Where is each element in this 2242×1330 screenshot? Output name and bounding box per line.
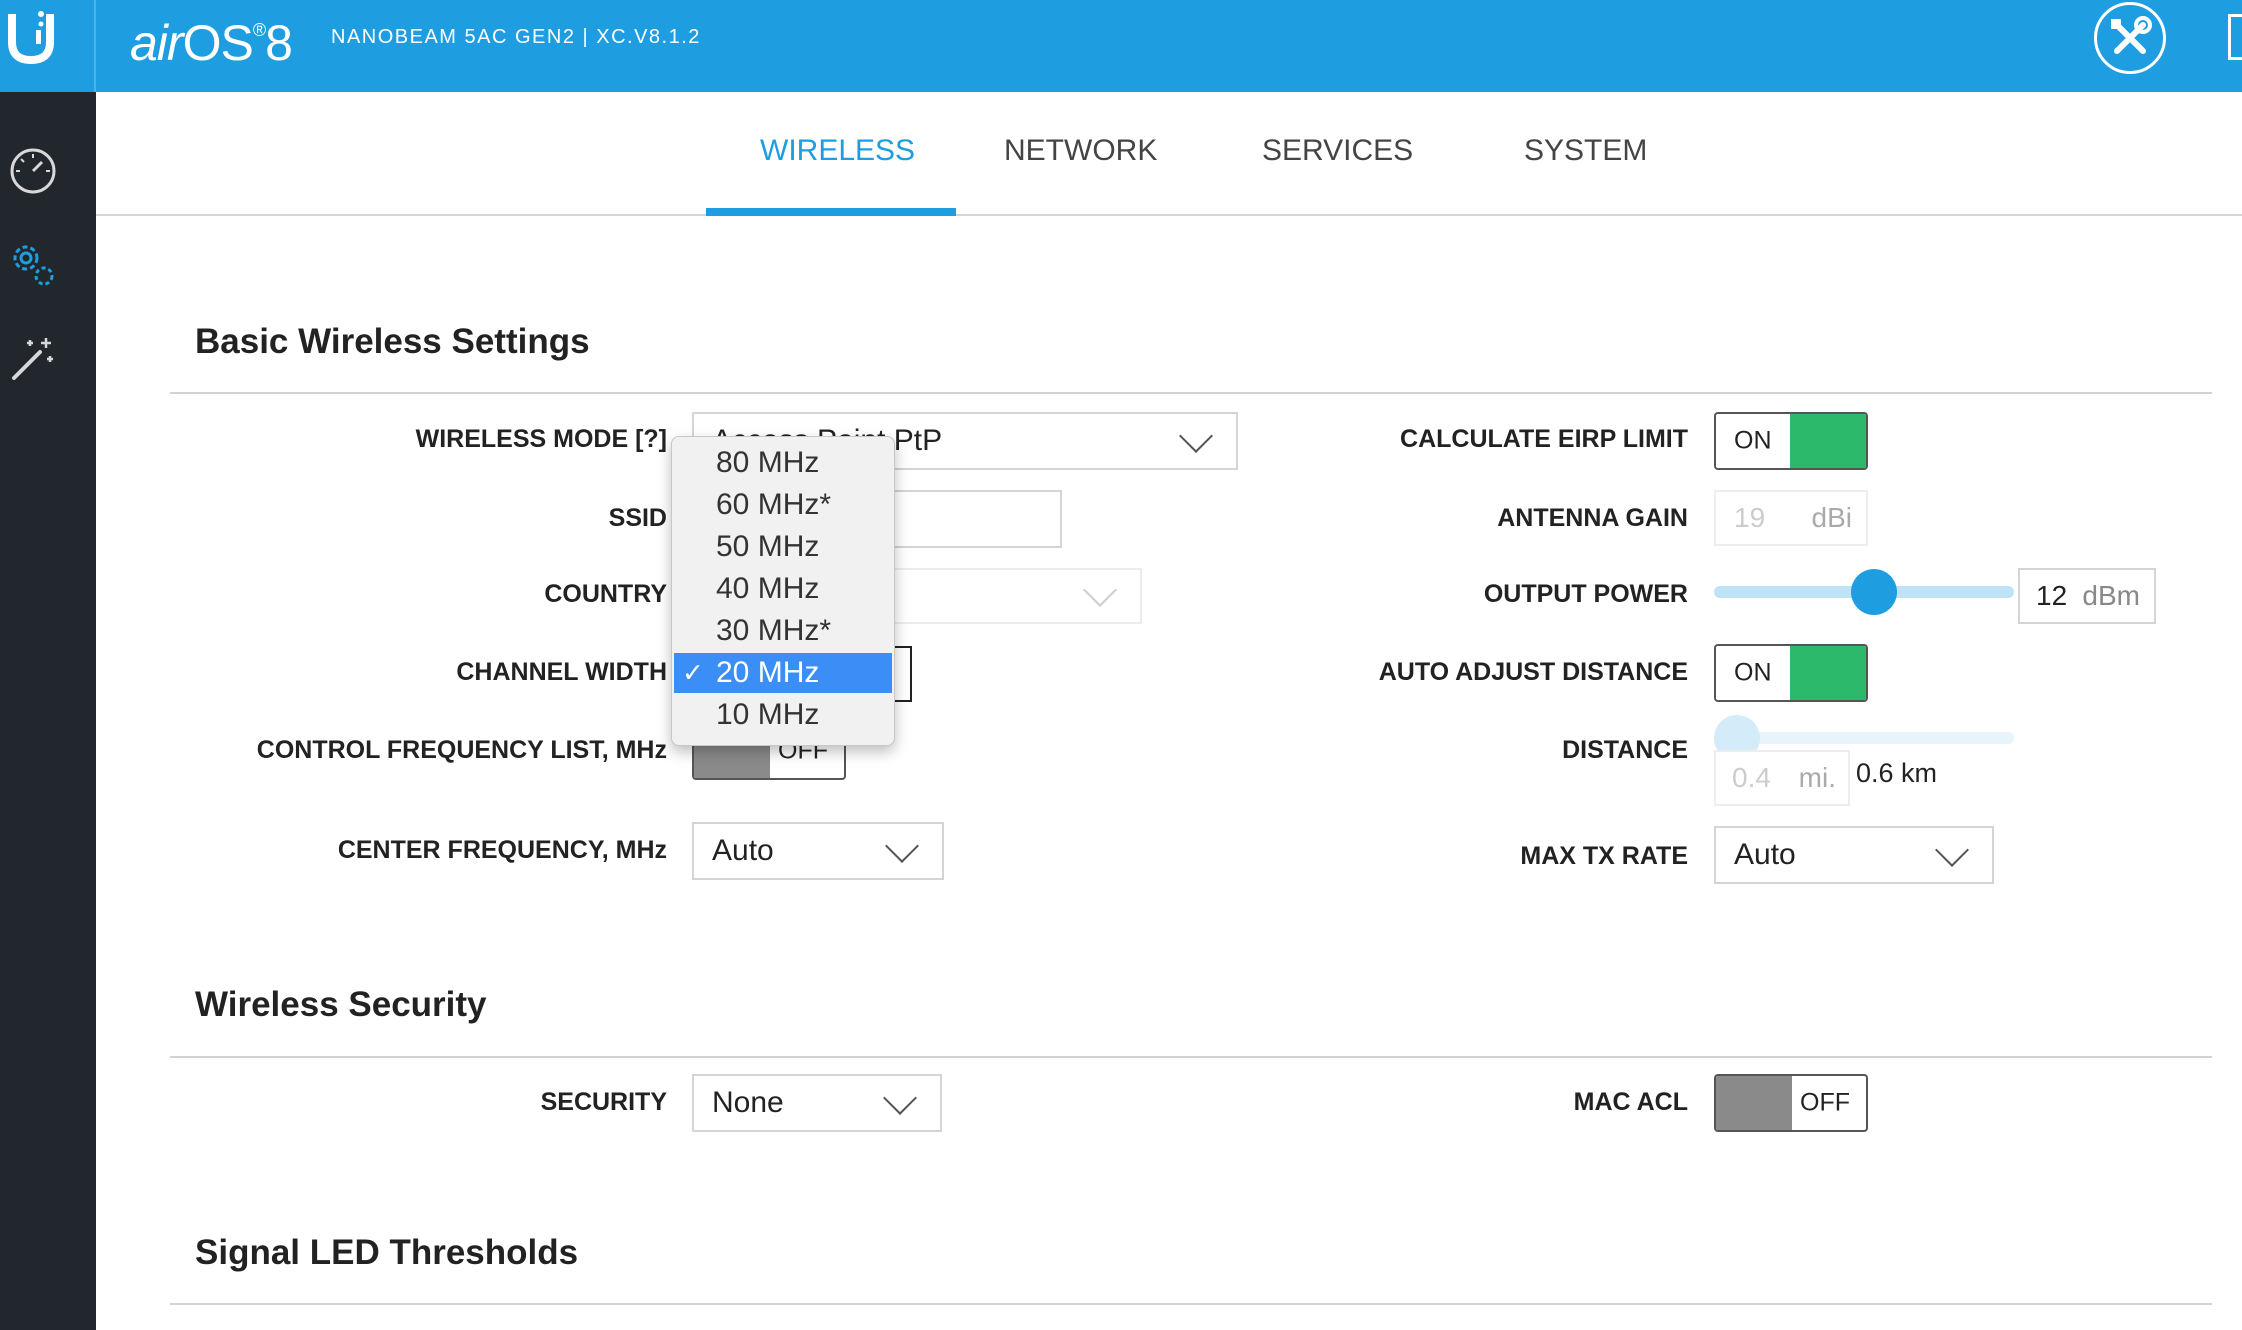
country-label: COUNTRY bbox=[544, 580, 667, 608]
logout-icon[interactable] bbox=[2228, 14, 2242, 60]
distance-unit: mi. bbox=[1798, 762, 1836, 793]
distance-value: 0.4 bbox=[1732, 762, 1771, 793]
eirp-limit-label: CALCULATE EIRP LIMIT bbox=[1400, 425, 1688, 453]
top-bar: airOS®8 NANOBEAM 5AC GEN2 | XC.V8.1.2 bbox=[0, 0, 2242, 92]
option-label: 60 MHz* bbox=[716, 488, 832, 521]
chevron-down-icon bbox=[1179, 419, 1213, 453]
eirp-limit-toggle[interactable]: ON bbox=[1714, 412, 1868, 470]
option-label: 80 MHz bbox=[716, 446, 820, 479]
tab-network[interactable]: NETWORK bbox=[1004, 134, 1157, 168]
option-label: 10 MHz bbox=[716, 698, 820, 731]
dropdown-option[interactable]: 60 MHz* bbox=[674, 485, 892, 525]
channel-width-dropdown: 80 MHz 60 MHz* 50 MHz 40 MHz 30 MHz* ✓ 20… bbox=[671, 436, 895, 746]
output-power-value: 12 bbox=[2036, 580, 2068, 611]
antenna-gain-value: 19 bbox=[1734, 502, 1766, 533]
distance-input[interactable]: 0.4 mi. bbox=[1714, 750, 1850, 806]
channel-width-label: CHANNEL WIDTH bbox=[456, 658, 667, 686]
toggle-knob bbox=[1790, 646, 1866, 700]
output-power-label: OUTPUT POWER bbox=[1483, 580, 1688, 608]
max-tx-rate-select[interactable]: Auto bbox=[1714, 826, 1994, 884]
auto-adjust-distance-toggle[interactable]: ON bbox=[1714, 644, 1868, 702]
max-tx-rate-value: Auto bbox=[1734, 838, 1796, 871]
section-divider bbox=[170, 1303, 2212, 1305]
antenna-gain-unit: dBi bbox=[1811, 502, 1852, 533]
mac-acl-label: MAC ACL bbox=[1573, 1088, 1688, 1116]
sidebar bbox=[0, 92, 96, 1330]
section-title-security: Wireless Security bbox=[195, 985, 487, 1024]
device-name: NANOBEAM 5AC GEN2 | XC.V8.1.2 bbox=[331, 26, 701, 48]
active-tab-indicator bbox=[706, 208, 956, 216]
dropdown-option[interactable]: 50 MHz bbox=[674, 527, 892, 567]
toggle-state: ON bbox=[1734, 658, 1772, 687]
antenna-gain-input[interactable]: 19 dBi bbox=[1714, 490, 1868, 546]
tools-icon[interactable] bbox=[2094, 2, 2166, 74]
mac-acl-toggle[interactable]: OFF bbox=[1714, 1074, 1868, 1132]
security-label: SECURITY bbox=[540, 1088, 667, 1116]
section-title-led: Signal LED Thresholds bbox=[195, 1233, 579, 1272]
dashboard-gauge-icon[interactable] bbox=[6, 144, 60, 198]
dropdown-option[interactable]: 80 MHz bbox=[674, 443, 892, 483]
ubiquiti-logo-icon[interactable] bbox=[0, 0, 96, 92]
option-label: 20 MHz bbox=[716, 656, 820, 689]
section-divider bbox=[170, 1056, 2212, 1058]
toggle-knob bbox=[1716, 1076, 1792, 1130]
dropdown-option-selected[interactable]: ✓ 20 MHz bbox=[674, 653, 892, 693]
wireless-mode-label: WIRELESS MODE [?] bbox=[415, 425, 667, 453]
tab-wireless[interactable]: WIRELESS bbox=[760, 134, 915, 168]
gears-icon[interactable] bbox=[6, 238, 60, 292]
antenna-gain-label: ANTENNA GAIN bbox=[1497, 504, 1688, 532]
chevron-down-icon bbox=[883, 1081, 917, 1115]
chevron-down-icon bbox=[1083, 573, 1117, 607]
center-frequency-select[interactable]: Auto bbox=[692, 822, 944, 880]
toggle-knob bbox=[1790, 414, 1866, 468]
airos-brand: airOS®8 bbox=[130, 14, 293, 72]
brand-registered: ® bbox=[252, 20, 266, 40]
section-title-basic: Basic Wireless Settings bbox=[195, 322, 590, 361]
ssid-label: SSID bbox=[608, 504, 667, 532]
checkmark-icon: ✓ bbox=[682, 657, 704, 688]
output-power-input[interactable]: 12 dBm bbox=[2018, 568, 2156, 624]
tab-system[interactable]: SYSTEM bbox=[1524, 134, 1647, 168]
dropdown-option[interactable]: 30 MHz* bbox=[674, 611, 892, 651]
option-label: 50 MHz bbox=[716, 530, 820, 563]
chevron-down-icon bbox=[885, 829, 919, 863]
center-frequency-value: Auto bbox=[712, 834, 774, 867]
option-label: 30 MHz* bbox=[716, 614, 832, 647]
distance-label: DISTANCE bbox=[1562, 736, 1688, 764]
main-tabs: WIRELESS NETWORK SERVICES SYSTEM bbox=[96, 92, 2242, 216]
security-value: None bbox=[712, 1086, 784, 1119]
center-frequency-label: CENTER FREQUENCY, MHz bbox=[337, 836, 667, 864]
toggle-state: OFF bbox=[1800, 1088, 1850, 1117]
output-power-slider-thumb[interactable] bbox=[1851, 569, 1898, 615]
distance-km: 0.6 km bbox=[1856, 758, 1938, 788]
tab-services[interactable]: SERVICES bbox=[1262, 134, 1413, 168]
max-tx-rate-label: MAX TX RATE bbox=[1520, 842, 1688, 870]
toggle-state: ON bbox=[1734, 426, 1772, 455]
section-divider bbox=[170, 392, 2212, 394]
brand-os: OS bbox=[182, 15, 254, 71]
output-power-unit: dBm bbox=[2082, 580, 2140, 611]
security-select[interactable]: None bbox=[692, 1074, 942, 1132]
brand-air: air bbox=[130, 15, 184, 71]
dropdown-option[interactable]: 10 MHz bbox=[674, 695, 892, 735]
brand-version: 8 bbox=[265, 15, 293, 71]
chevron-down-icon bbox=[1935, 833, 1969, 867]
dropdown-option[interactable]: 40 MHz bbox=[674, 569, 892, 609]
magic-wand-icon[interactable] bbox=[6, 332, 60, 386]
control-frequency-label: CONTROL FREQUENCY LIST, MHz bbox=[256, 736, 667, 764]
option-label: 40 MHz bbox=[716, 572, 820, 605]
auto-adjust-distance-label: AUTO ADJUST DISTANCE bbox=[1378, 658, 1688, 686]
